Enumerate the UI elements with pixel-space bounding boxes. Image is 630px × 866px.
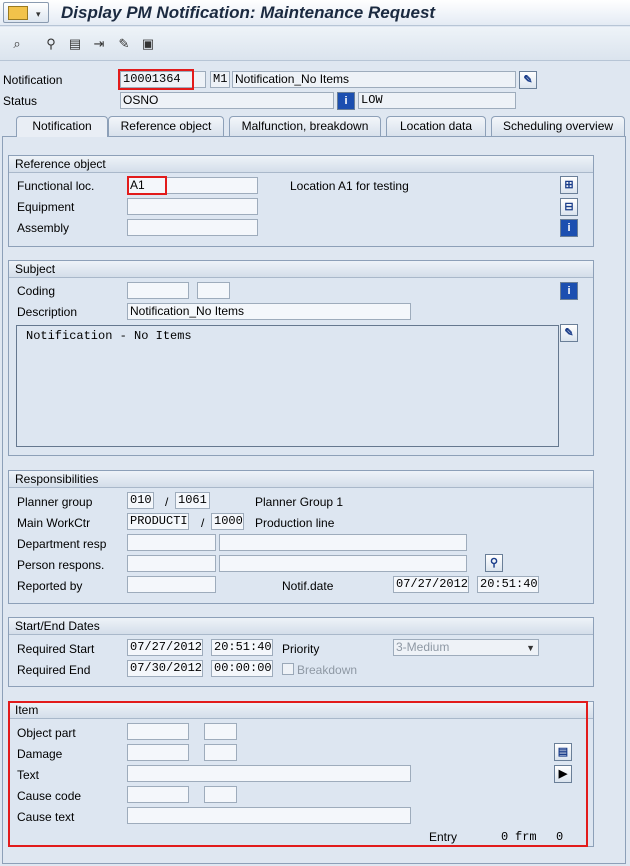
separator: /	[165, 495, 169, 509]
notification-label: Notification	[3, 73, 63, 87]
description-label: Description	[17, 305, 78, 319]
assembly-field[interactable]	[127, 219, 258, 236]
info-icon[interactable]: i	[560, 282, 578, 300]
main-workctr-text: Production line	[255, 516, 335, 530]
tab-strip: Notification Reference object Malfunctio…	[0, 116, 630, 137]
reference-object-group: Reference object Functional loc. A1 Loca…	[8, 155, 594, 247]
reported-by-label: Reported by	[17, 579, 83, 593]
status-field[interactable]: OSNO	[120, 92, 334, 109]
info-icon[interactable]: i	[560, 219, 578, 237]
subject-group: Subject Coding i Description Notificatio…	[8, 260, 594, 456]
planner-group-field[interactable]: 010	[127, 492, 154, 509]
equipment-field[interactable]	[127, 198, 258, 215]
required-start-time-field[interactable]: 20:51:40	[211, 639, 273, 656]
breakdown-label: Breakdown	[297, 663, 358, 677]
start-end-dates-group: Start/End Dates Required Start 07/27/201…	[8, 617, 594, 687]
binoculars-icon[interactable]: ⚲	[485, 554, 503, 572]
department-resp-field[interactable]	[127, 534, 216, 551]
structure-icon[interactable]: ⊞	[560, 176, 578, 194]
planner-group-label: Planner group	[17, 495, 93, 509]
required-end-date-field[interactable]: 07/30/2012	[127, 660, 203, 677]
group-header: Reference object	[9, 156, 593, 173]
required-start-date-field[interactable]: 07/27/2012	[127, 639, 203, 656]
department-resp-label: Department resp	[17, 537, 107, 551]
separator: /	[201, 516, 205, 530]
notif-date-field[interactable]: 07/27/2012	[393, 576, 469, 593]
status-label: Status	[3, 94, 38, 108]
coding-label: Coding	[17, 284, 56, 298]
application-toolbar: ⌕ ⚲ ▤ ⇥ ✎ ▣	[0, 27, 630, 61]
tab-reference-object[interactable]: Reference object	[108, 116, 224, 136]
long-text-area[interactable]: Notification - No Items	[16, 325, 559, 447]
coding-code-field[interactable]	[197, 282, 230, 299]
chevron-down-icon: ▼	[526, 643, 535, 653]
tab-location-data[interactable]: Location data	[386, 116, 486, 136]
tab-malfunction-breakdown[interactable]: Malfunction, breakdown	[229, 116, 381, 136]
edit-text-icon[interactable]: ✎	[560, 324, 578, 342]
main-workctr-label: Main WorkCtr	[17, 516, 91, 530]
title-bar: ▾ Display PM Notification: Maintenance R…	[0, 0, 630, 26]
group-header: Responsibilities	[9, 471, 593, 488]
person-respons-label: Person respons.	[17, 558, 105, 572]
department-resp-text-field[interactable]	[219, 534, 467, 551]
notification-text-field[interactable]: Notification_No Items	[232, 71, 516, 88]
functional-loc-highlight	[127, 176, 167, 195]
print-icon[interactable]: ▣	[140, 36, 156, 52]
settings-icon[interactable]: ✎	[116, 36, 132, 52]
group-header: Subject	[9, 261, 593, 278]
search-icon[interactable]: ⌕	[9, 36, 25, 52]
breakdown-checkbox[interactable]	[282, 663, 294, 675]
priority-label: Priority	[282, 642, 320, 656]
long-text-icon[interactable]: ✎	[519, 71, 537, 89]
notif-time-field[interactable]: 20:51:40	[477, 576, 539, 593]
notif-date-label: Notif.date	[282, 579, 334, 593]
item-highlight	[8, 701, 588, 847]
chevron-down-icon: ▾	[36, 9, 41, 19]
priority-select-value: 3-Medium	[396, 640, 450, 654]
coding-group-field[interactable]	[127, 282, 189, 299]
reported-by-field[interactable]	[127, 576, 216, 593]
priority-status-field[interactable]: LOW	[358, 92, 516, 109]
responsibilities-group: Responsibilities Planner group 010 / 106…	[8, 470, 594, 604]
main-workctr-field[interactable]: PRODUCTI	[127, 513, 189, 530]
document-icon[interactable]: ▤	[67, 36, 83, 52]
functional-loc-text: Location A1 for testing	[290, 179, 409, 193]
notification-type-field[interactable]: M1	[210, 71, 230, 88]
binoculars-icon[interactable]: ⚲	[43, 36, 59, 52]
required-end-time-field[interactable]: 00:00:00	[211, 660, 273, 677]
functional-loc-label: Functional loc.	[17, 179, 95, 193]
priority-select[interactable]: 3-Medium ▼	[393, 639, 539, 656]
main-workctr-plant-field[interactable]: 1000	[211, 513, 244, 530]
notification-highlight	[118, 69, 194, 90]
export-icon[interactable]: ⇥	[91, 36, 107, 52]
menu-icon	[8, 6, 28, 20]
person-respons-text-field[interactable]	[219, 555, 467, 572]
page-title: Display PM Notification: Maintenance Req…	[61, 3, 436, 22]
group-header: Start/End Dates	[9, 618, 593, 635]
hierarchy-icon[interactable]: ⊟	[560, 198, 578, 216]
tab-notification[interactable]: Notification	[16, 116, 108, 137]
assembly-label: Assembly	[17, 221, 70, 235]
planner-plant-field[interactable]: 1061	[175, 492, 210, 509]
info-icon[interactable]: i	[337, 92, 355, 110]
menu-button[interactable]: ▾	[3, 2, 49, 23]
description-field[interactable]: Notification_No Items	[127, 303, 411, 320]
required-end-label: Required End	[17, 663, 91, 677]
tab-scheduling-overview[interactable]: Scheduling overview	[491, 116, 625, 136]
equipment-label: Equipment	[17, 200, 75, 214]
person-respons-field[interactable]	[127, 555, 216, 572]
required-start-label: Required Start	[17, 642, 95, 656]
planner-group-text: Planner Group 1	[255, 495, 344, 509]
